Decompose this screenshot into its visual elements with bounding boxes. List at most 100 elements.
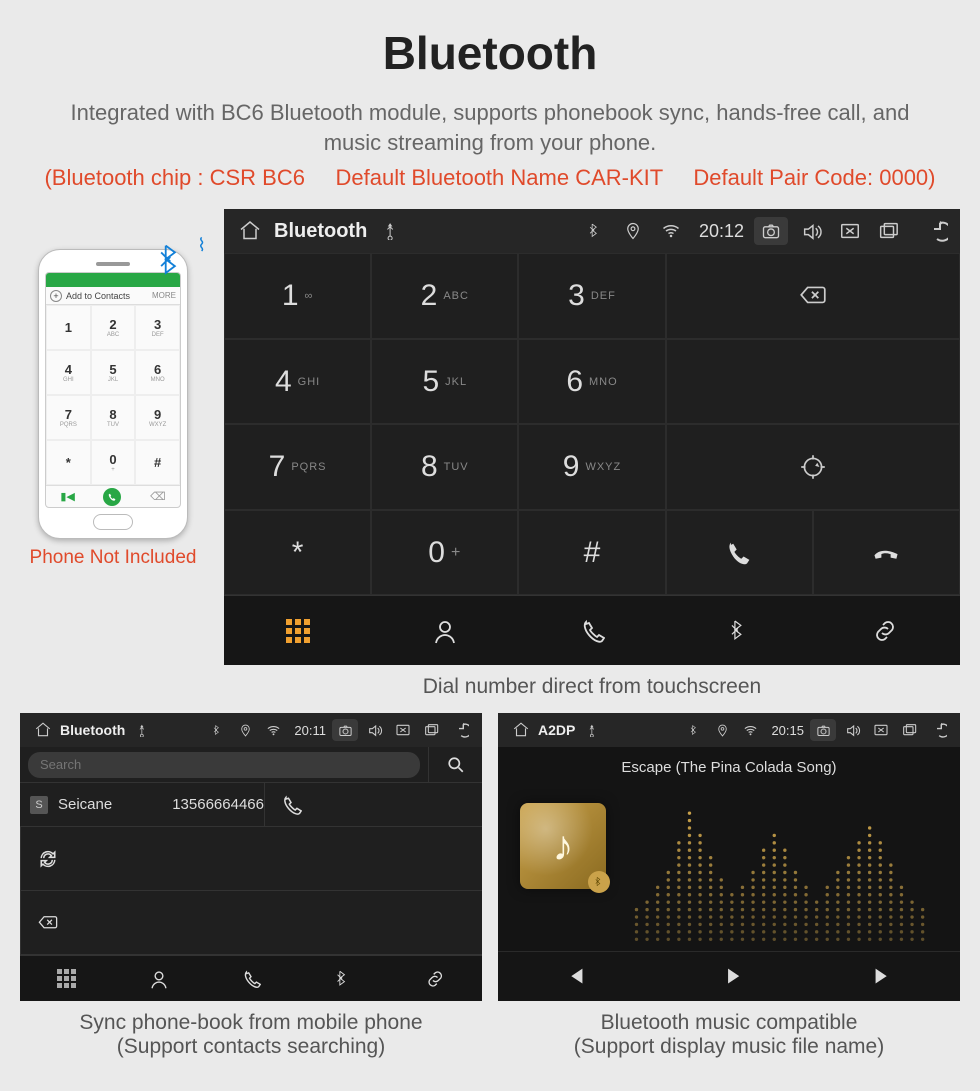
close-app-button[interactable] <box>870 719 892 741</box>
phone-key: 3DEF <box>135 305 180 350</box>
tab-bluetooth[interactable] <box>666 596 813 665</box>
delete-contact-button[interactable] <box>20 891 74 954</box>
media-controls <box>498 951 960 1001</box>
backspace-icon: ⌫ <box>150 490 166 503</box>
location-icon <box>619 217 647 245</box>
bottom-tab-bar <box>20 955 482 1001</box>
recent-apps-button[interactable] <box>898 719 920 741</box>
more-label: MORE <box>152 291 176 300</box>
recent-apps-button[interactable] <box>420 719 442 741</box>
phone-key: 5JKL <box>91 350 136 395</box>
wifi-icon <box>657 217 685 245</box>
back-button[interactable] <box>448 719 470 741</box>
tab-dialpad[interactable] <box>224 596 371 665</box>
screenshot-button[interactable] <box>332 719 358 741</box>
music-note-icon: ♪ <box>553 822 574 870</box>
next-track-button[interactable] <box>806 952 960 1001</box>
page-subtitle: Integrated with BC6 Bluetooth module, su… <box>60 98 920 157</box>
volume-button[interactable] <box>364 719 386 741</box>
audio-visualizer <box>628 793 946 941</box>
statusbar-title: A2DP <box>538 722 575 738</box>
status-bar: Bluetooth 20:12 <box>224 209 960 253</box>
dialer-head-unit: Bluetooth 20:12 1∞2ABC3DEF 4GHI5JKL6MNO 7P… <box>224 209 960 665</box>
redial-button[interactable] <box>666 424 960 510</box>
phone-key: 9WXYZ <box>135 395 180 440</box>
video-call-icon: ▮◀ <box>60 490 75 503</box>
location-icon <box>711 719 733 741</box>
home-icon[interactable] <box>510 719 532 741</box>
statusbar-title: Bluetooth <box>274 220 367 243</box>
key-4[interactable]: 4GHI <box>224 339 371 425</box>
hangup-button[interactable] <box>813 510 960 596</box>
phone-key: 7PQRS <box>46 395 91 440</box>
key-5[interactable]: 5JKL <box>371 339 518 425</box>
tab-pair[interactable] <box>390 956 482 1001</box>
sync-contacts-button[interactable] <box>20 827 74 890</box>
usb-icon <box>377 217 405 245</box>
phone-key: 4GHI <box>46 350 91 395</box>
contact-row[interactable]: S Seicane 13566664466 <box>20 783 482 827</box>
play-pause-button[interactable] <box>652 952 806 1001</box>
tab-call-log[interactable] <box>518 596 665 665</box>
call-button[interactable] <box>666 510 813 596</box>
phone-home-button <box>93 514 133 530</box>
tab-contacts[interactable] <box>371 596 518 665</box>
tab-call-log[interactable] <box>205 956 297 1001</box>
key-3[interactable]: 3DEF <box>518 253 665 339</box>
screenshot-button[interactable] <box>810 719 836 741</box>
close-app-button[interactable] <box>392 719 414 741</box>
phone-mockup: ⌇ + Add to Contacts MORE 12ABC3DEF4GHI5J… <box>20 249 206 569</box>
key-9[interactable]: 9WXYZ <box>518 424 665 510</box>
search-input[interactable] <box>28 752 420 778</box>
key-0[interactable]: 0+ <box>371 510 518 596</box>
phone-key: 0+ <box>91 440 136 485</box>
volume-button[interactable] <box>842 719 864 741</box>
phone-key: * <box>46 440 91 485</box>
a2dp-head-unit: A2DP 20:15 Escape (The Pina Colada Song)… <box>498 713 960 1001</box>
home-icon[interactable] <box>32 719 54 741</box>
add-contact-icon: + <box>50 290 62 302</box>
tab-dialpad[interactable] <box>20 956 112 1001</box>
phone-key: # <box>135 440 180 485</box>
contact-name: Seicane <box>58 796 112 813</box>
close-app-button[interactable] <box>836 217 864 245</box>
key-hash[interactable]: # <box>518 510 665 596</box>
screenshot-button[interactable] <box>754 217 788 245</box>
phone-caption: Phone Not Included <box>30 547 197 569</box>
wifi-icon <box>262 719 284 741</box>
clock: 20:12 <box>699 221 744 242</box>
bluetooth-status-icon <box>206 719 228 741</box>
a2dp-caption: Bluetooth music compatible (Support disp… <box>574 1011 884 1059</box>
prev-track-button[interactable] <box>498 952 652 1001</box>
key-star[interactable]: * <box>224 510 371 596</box>
phonebook-caption: Sync phone-book from mobile phone (Suppo… <box>79 1011 422 1059</box>
home-icon[interactable] <box>236 217 264 245</box>
key-8[interactable]: 8TUV <box>371 424 518 510</box>
location-icon <box>234 719 256 741</box>
blank-cell <box>666 339 960 425</box>
usb-icon <box>581 719 603 741</box>
key-1[interactable]: 1∞ <box>224 253 371 339</box>
search-button[interactable] <box>428 747 482 782</box>
volume-button[interactable] <box>798 217 826 245</box>
tab-pair[interactable] <box>813 596 960 665</box>
tab-contacts[interactable] <box>112 956 204 1001</box>
phonebook-head-unit: Bluetooth 20:11 S S <box>20 713 482 1001</box>
phone-key: 1 <box>46 305 91 350</box>
key-7[interactable]: 7PQRS <box>224 424 371 510</box>
back-button[interactable] <box>920 217 948 245</box>
key-6[interactable]: 6MNO <box>518 339 665 425</box>
back-button[interactable] <box>926 719 948 741</box>
backspace-button[interactable] <box>666 253 960 339</box>
add-contacts-label: Add to Contacts <box>66 291 130 301</box>
tab-bluetooth[interactable] <box>297 956 389 1001</box>
contact-tag: S <box>30 796 48 814</box>
clock: 20:15 <box>771 723 804 738</box>
dialer-caption: Dial number direct from touchscreen <box>423 675 761 699</box>
bottom-tab-bar <box>224 595 960 665</box>
page-specs: (Bluetooth chip : CSR BC6 Default Blueto… <box>30 165 950 191</box>
call-contact-button[interactable] <box>264 783 318 826</box>
page-title: Bluetooth <box>0 0 980 80</box>
recent-apps-button[interactable] <box>874 217 902 245</box>
key-2[interactable]: 2ABC <box>371 253 518 339</box>
